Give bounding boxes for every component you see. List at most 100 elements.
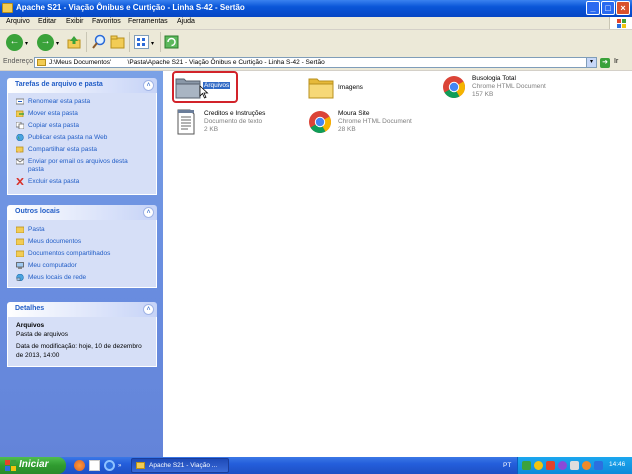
file-view[interactable]: Arquivos Imagens Busologia Total Chrome … <box>163 71 632 457</box>
start-button[interactable]: Iniciar <box>0 457 66 474</box>
text-document-icon <box>177 109 195 135</box>
file-type-creditos-e-instrucoes: Documento de texto <box>204 118 263 125</box>
box-title: Detalhes <box>15 305 45 312</box>
details-box: Detalhes ˄ Arquivos Pasta de arquivos Da… <box>7 302 157 367</box>
chrome-icon <box>443 76 465 98</box>
folder-icon <box>37 59 46 66</box>
tray-network-icon[interactable] <box>570 461 579 470</box>
file-size-busologia-total: 157 KB <box>472 91 494 98</box>
search-icon[interactable] <box>91 34 107 50</box>
email-icon <box>15 158 25 165</box>
media-player-icon[interactable] <box>104 460 115 471</box>
tray-antivirus-icon[interactable] <box>546 461 555 470</box>
clock[interactable]: 14:46 <box>609 461 625 468</box>
collapse-chevron-icon[interactable]: ˄ <box>143 207 154 218</box>
other-places-box: Outros locais ˄ Pasta Meus documentos Do… <box>7 205 157 288</box>
start-label: Iniciar <box>19 459 49 470</box>
folder-icon <box>2 3 13 13</box>
file-type-moura-site: Chrome HTML Document <box>338 118 412 125</box>
file-label-imagens[interactable]: Imagens <box>338 84 363 91</box>
taskbar-window-button[interactable]: Apache S21 - Viação ... <box>131 458 229 473</box>
toolbar-separator <box>129 32 130 52</box>
folders-icon[interactable] <box>110 35 125 49</box>
desktop-icon[interactable] <box>89 460 100 471</box>
forward-arrow-icon[interactable]: → <box>37 34 54 51</box>
menu-arquivo[interactable]: Arquivo <box>6 18 30 25</box>
maximize-button[interactable]: □ <box>601 1 615 15</box>
toolbar-separator <box>160 32 161 52</box>
details-modified-2: de 2013, 14:00 <box>16 352 60 359</box>
folder-icon <box>15 250 25 258</box>
file-label-creditos-e-instrucoes[interactable]: Creditos e Instruções <box>204 110 265 117</box>
up-folder-icon[interactable] <box>67 35 81 49</box>
windows-logo-icon <box>609 17 632 29</box>
quicklaunch-chevron-icon[interactable]: » <box>118 463 121 469</box>
tray-app-icon[interactable] <box>558 461 567 470</box>
file-item-moura-site[interactable] <box>308 110 332 134</box>
folder-icon <box>15 238 25 246</box>
address-dropdown-icon[interactable]: ▾ <box>586 58 596 67</box>
menu-exibir[interactable]: Exibir <box>66 18 84 25</box>
file-label-busologia-total[interactable]: Busologia Total <box>472 75 516 82</box>
collapse-chevron-icon[interactable]: ˄ <box>143 80 154 91</box>
address-input[interactable]: J:\Meus Documentos' \Pasta\Apache S21 - … <box>34 57 597 68</box>
collapse-chevron-icon[interactable]: ˄ <box>143 304 154 315</box>
file-item-busologia-total[interactable] <box>442 75 466 99</box>
box-title: Outros locais <box>15 208 60 215</box>
folder-icon <box>136 462 145 469</box>
taskbar: Iniciar » Apache S21 - Viação ... PT 14:… <box>0 457 632 474</box>
file-label-moura-site[interactable]: Moura Site <box>338 110 369 117</box>
tray-security-icon[interactable] <box>522 461 531 470</box>
minimize-button[interactable]: _ <box>586 1 600 15</box>
windows-logo-icon <box>5 460 16 471</box>
file-item-creditos-e-instrucoes[interactable] <box>176 108 196 136</box>
forward-dropdown-icon[interactable]: ▾ <box>56 40 59 47</box>
system-tray: 14:46 <box>517 457 632 474</box>
close-button[interactable]: × <box>616 1 630 15</box>
taskbar-window-label: Apache S21 - Viação ... <box>149 462 218 469</box>
chrome-icon <box>309 111 331 133</box>
folder-icon <box>175 78 201 99</box>
menu-editar[interactable]: Editar <box>38 18 56 25</box>
other-places-list: Pasta Meus documentos Documentos compart… <box>7 220 157 288</box>
file-folder-tasks-box: Tarefas de arquivo e pasta ˄ Renomear es… <box>7 78 157 195</box>
share-icon <box>15 146 24 153</box>
tray-update-icon[interactable] <box>534 461 543 470</box>
toolbar: ← ▾ → ▾ ▾ <box>0 30 632 57</box>
move-icon <box>15 110 24 118</box>
menu-bar: Arquivo Editar Exibir Favoritos Ferramen… <box>0 17 632 30</box>
delete-icon <box>16 177 24 186</box>
go-button[interactable]: Ir <box>614 58 618 65</box>
file-item-imagens[interactable] <box>308 75 334 99</box>
folder-icon <box>308 78 334 99</box>
back-arrow-icon[interactable]: ← <box>6 34 23 51</box>
views-icon[interactable] <box>134 35 149 49</box>
firefox-icon[interactable] <box>74 460 85 471</box>
toolbar-separator <box>86 32 87 52</box>
go-arrow-icon[interactable]: ➜ <box>600 58 610 68</box>
task-pane: Tarefas de arquivo e pasta ˄ Renomear es… <box>0 71 163 457</box>
views-dropdown-icon[interactable]: ▾ <box>151 40 154 47</box>
cursor-icon <box>199 85 209 99</box>
details-header[interactable]: Detalhes ˄ <box>7 302 157 317</box>
globe-icon <box>16 133 24 142</box>
details-body: Arquivos Pasta de arquivos Data de modif… <box>7 317 157 367</box>
other-places-header[interactable]: Outros locais ˄ <box>7 205 157 220</box>
box-title: Tarefas de arquivo e pasta <box>15 81 103 88</box>
file-folder-tasks-list: Renomear esta pasta Mover esta pasta Cop… <box>7 93 157 195</box>
file-item-arquivos[interactable] <box>175 75 201 99</box>
language-indicator[interactable]: PT <box>503 462 511 469</box>
back-dropdown-icon[interactable]: ▾ <box>25 40 28 47</box>
title-bar[interactable]: Apache S21 - Viação Ônibus e Curtição - … <box>0 0 632 17</box>
folder-icon <box>15 226 25 234</box>
file-folder-tasks-header[interactable]: Tarefas de arquivo e pasta ˄ <box>7 78 157 93</box>
file-size-creditos-e-instrucoes: 2 KB <box>204 126 219 133</box>
tray-volume-icon[interactable] <box>582 461 591 470</box>
sync-icon[interactable] <box>164 35 179 49</box>
menu-ajuda[interactable]: Ajuda <box>177 18 195 25</box>
menu-ferramentas[interactable]: Ferramentas <box>128 18 168 25</box>
window-title: Apache S21 - Viação Ônibus e Curtição - … <box>16 3 245 12</box>
network-icon <box>16 273 24 282</box>
tray-bluetooth-icon[interactable] <box>594 461 603 470</box>
menu-favoritos[interactable]: Favoritos <box>92 18 121 25</box>
